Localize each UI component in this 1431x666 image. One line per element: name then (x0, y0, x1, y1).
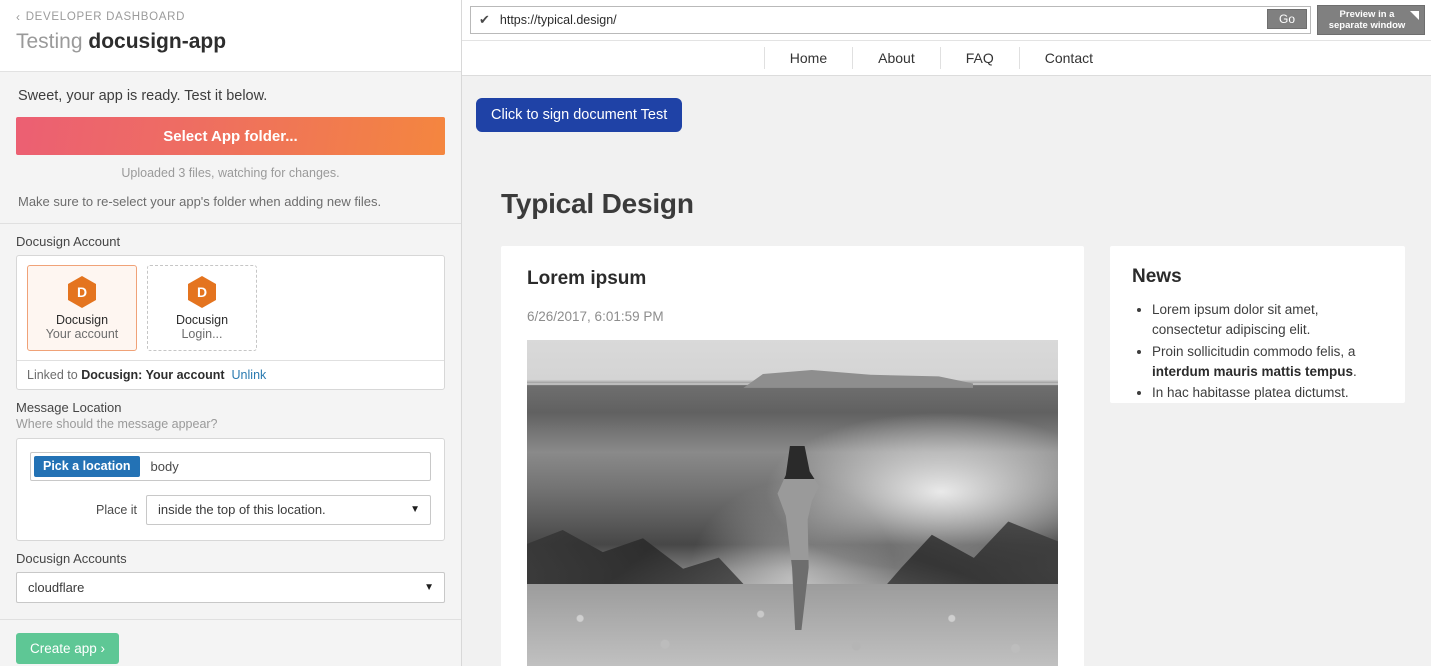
site-title: Typical Design (501, 188, 694, 219)
place-it-label: Place it (96, 502, 137, 517)
nav-item-contact[interactable]: Contact (1020, 47, 1118, 69)
reselect-hint-text: Make sure to re-select your app's folder… (18, 194, 382, 209)
ready-text: Sweet, your app is ready. Test it below. (18, 88, 268, 104)
place-it-select[interactable]: inside the top of this location. ▼ (146, 494, 431, 525)
news-item-bold: interdum mauris mattis tempus (1152, 363, 1354, 379)
place-it-row: Place it inside the top of this location… (30, 494, 431, 525)
account-tiles: D Docusign Your account D Docusign Login… (17, 256, 444, 360)
go-button[interactable]: Go (1266, 8, 1307, 29)
sign-document-button[interactable]: Click to sign document Test (476, 98, 683, 132)
preview-button-line2: separate window (1328, 19, 1406, 31)
place-it-value: inside the top of this location. (158, 502, 326, 518)
list-item: In hac habitasse platea dictumst. (1152, 383, 1383, 403)
message-location-box: Pick a location body Place it inside the… (16, 437, 445, 541)
test-app-section: Sweet, your app is ready. Test it below.… (0, 72, 461, 224)
message-location-field: Message Location Where should the messag… (0, 390, 461, 541)
breadcrumb[interactable]: ‹ DEVELOPER DASHBOARD (16, 11, 445, 23)
panel-footer-divider (0, 618, 461, 620)
article-card: Lorem ipsum 6/26/2017, 6:01:59 PM (501, 246, 1084, 666)
preview-separate-window-button[interactable]: Preview in a separate window (1317, 4, 1425, 35)
news-item-tail: . (1353, 363, 1357, 379)
chevron-left-icon: ‹ (16, 10, 21, 24)
photo-pebble-beach (527, 584, 1058, 666)
news-heading: News (1132, 266, 1182, 287)
linked-account-row: Linked to Docusign: Your account Unlink (17, 359, 444, 389)
account-tile-sub: Your account (45, 327, 119, 341)
docusign-accounts-label: Docusign Accounts (16, 550, 127, 566)
news-list: Lorem ipsum dolor sit amet, consectetur … (1132, 300, 1383, 403)
article-date: 6/26/2017, 6:01:59 PM (527, 309, 664, 324)
account-tile-name: Docusign (175, 313, 229, 327)
docusign-account-label: Docusign Account (16, 234, 121, 249)
triangle-corner-icon (1410, 10, 1419, 20)
breadcrumb-label: DEVELOPER DASHBOARD (25, 11, 186, 23)
nav-item-home[interactable]: Home (763, 47, 854, 69)
page-title-prefix: Testing (16, 30, 89, 53)
site-content: Click to sign document Test Typical Desi… (462, 76, 1431, 666)
docusign-hex-logo-icon: D (152, 275, 252, 309)
create-app-button[interactable]: Create app › (16, 632, 120, 664)
chevron-down-icon: ▼ (424, 581, 434, 593)
url-input[interactable]: ✔ https://typical.design/ Go (470, 5, 1311, 34)
docusign-accounts-select[interactable]: cloudflare ▼ (16, 571, 445, 603)
page-title: Testing docusign-app (16, 30, 445, 54)
account-tile-your-account[interactable]: D Docusign Your account (27, 265, 137, 351)
account-tile-logo-letter: D (76, 284, 88, 300)
pick-a-location-button[interactable]: Pick a location (34, 455, 140, 477)
app-root: ‹ DEVELOPER DASHBOARD Testing docusign-a… (0, 0, 1431, 666)
docusign-account-box: D Docusign Your account D Docusign Login… (16, 255, 445, 390)
location-value: body (150, 458, 179, 474)
url-text: https://typical.design/ (499, 12, 617, 27)
message-location-label: Message Location (16, 399, 122, 415)
linked-account-name: Docusign: Your account (81, 367, 225, 382)
news-item-lead: Proin sollicitudin commodo felis, a (1152, 343, 1356, 359)
account-tile-name: Docusign (55, 313, 109, 327)
docusign-hex-logo-icon: D (32, 275, 132, 309)
account-tile-sub: Login... (181, 327, 223, 341)
select-app-folder-button[interactable]: Select App folder... (16, 117, 445, 155)
page-title-app: docusign-app (88, 30, 227, 53)
article-heading: Lorem ipsum (527, 268, 647, 289)
docusign-account-field: Docusign Account D Docusign Your account… (0, 224, 461, 390)
location-input-group[interactable]: Pick a location body (30, 451, 431, 481)
location-picker-row: Pick a location body (30, 451, 431, 481)
docusign-accounts-field: Docusign Accounts cloudflare ▼ (0, 541, 461, 603)
panel-header: ‹ DEVELOPER DASHBOARD Testing docusign-a… (0, 0, 461, 72)
preview-button-line1: Preview in a (1339, 8, 1395, 20)
developer-panel: ‹ DEVELOPER DASHBOARD Testing docusign-a… (0, 0, 462, 666)
account-tile-logo-letter: D (196, 284, 208, 300)
news-card: News Lorem ipsum dolor sit amet, consect… (1110, 246, 1405, 403)
nav-item-faq[interactable]: FAQ (941, 47, 1020, 69)
browser-url-bar: ✔ https://typical.design/ Go Preview in … (462, 0, 1431, 40)
browser-preview: ✔ https://typical.design/ Go Preview in … (462, 0, 1431, 666)
content-cards: Lorem ipsum 6/26/2017, 6:01:59 PM News •… (501, 246, 1431, 666)
linked-prefix: Linked to (27, 367, 82, 382)
nav-item-about[interactable]: About (853, 47, 941, 69)
list-item: Lorem ipsum dolor sit amet, consectetur … (1152, 300, 1383, 341)
docusign-accounts-value: cloudflare (28, 579, 85, 595)
message-location-sublabel: Where should the message appear? (16, 416, 218, 431)
uploaded-status-text: Uploaded 3 files, watching for changes. (121, 166, 340, 180)
check-icon: ✔ (479, 11, 490, 27)
photo-headland (743, 370, 974, 388)
list-item: Proin sollicitudin commodo felis, a inte… (1152, 342, 1383, 383)
unlink-link[interactable]: Unlink (232, 368, 267, 382)
account-tile-login[interactable]: D Docusign Login... (147, 265, 257, 351)
article-photo (527, 340, 1058, 666)
chevron-down-icon: ▼ (410, 504, 420, 516)
site-navigation: Home About FAQ Contact (462, 40, 1431, 76)
